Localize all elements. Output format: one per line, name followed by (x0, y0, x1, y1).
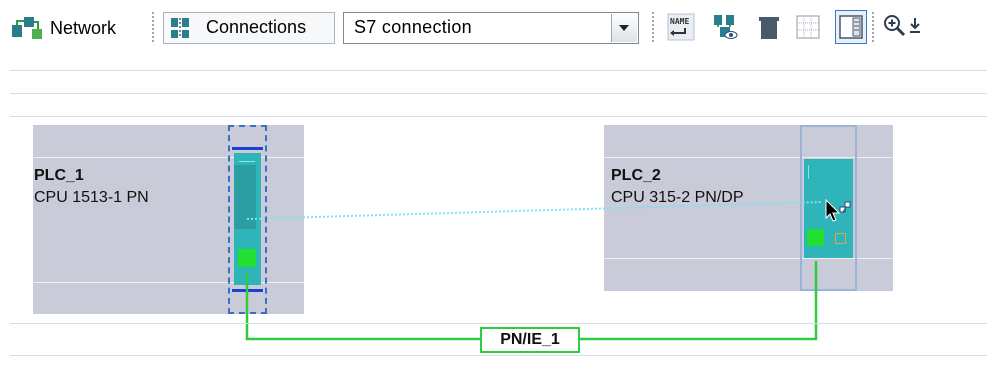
toolbar: Network Connections S7 connection NAME (0, 0, 987, 60)
device-view-icon[interactable] (755, 13, 783, 41)
subnet-label[interactable]: PN/IE_1 (480, 327, 580, 353)
toolbar-separator (872, 12, 874, 42)
svg-text:NAME: NAME (670, 17, 689, 26)
zoom-dropdown-icon[interactable] (908, 16, 922, 38)
divider (10, 70, 987, 71)
network-canvas[interactable]: PLC_1 CPU 1513-1 PN PLC_2 CPU 315-2 PN/D… (0, 118, 987, 365)
connection-type-dropdown[interactable]: S7 connection (343, 12, 639, 44)
network-label: Network (50, 17, 117, 38)
connection-type-value: S7 connection (354, 17, 472, 37)
subnet-label-text: PN/IE_1 (500, 331, 560, 348)
zoom-in-icon[interactable] (882, 13, 908, 39)
s7-connection-line[interactable] (246, 201, 823, 220)
panel-icon (839, 15, 863, 39)
connections-icon (171, 18, 189, 38)
dropdown-arrow-button[interactable] (611, 14, 637, 42)
connections-label: Connections (206, 17, 307, 37)
toolbar-separator (652, 12, 654, 42)
grid-icon[interactable] (794, 13, 822, 41)
divider (10, 93, 987, 94)
divider (10, 323, 987, 324)
chevron-down-icon (619, 25, 629, 31)
network-highlight-icon[interactable] (711, 13, 739, 41)
connections-button[interactable]: Connections (163, 12, 335, 44)
toolbar-separator (152, 12, 154, 42)
network-view-button[interactable]: Network (10, 14, 116, 42)
network-icon (12, 17, 42, 39)
mouse-cursor (825, 198, 851, 222)
divider (10, 355, 987, 356)
show-names-icon[interactable]: NAME (667, 13, 695, 41)
overview-panel-button[interactable] (835, 10, 867, 44)
divider (10, 116, 987, 117)
